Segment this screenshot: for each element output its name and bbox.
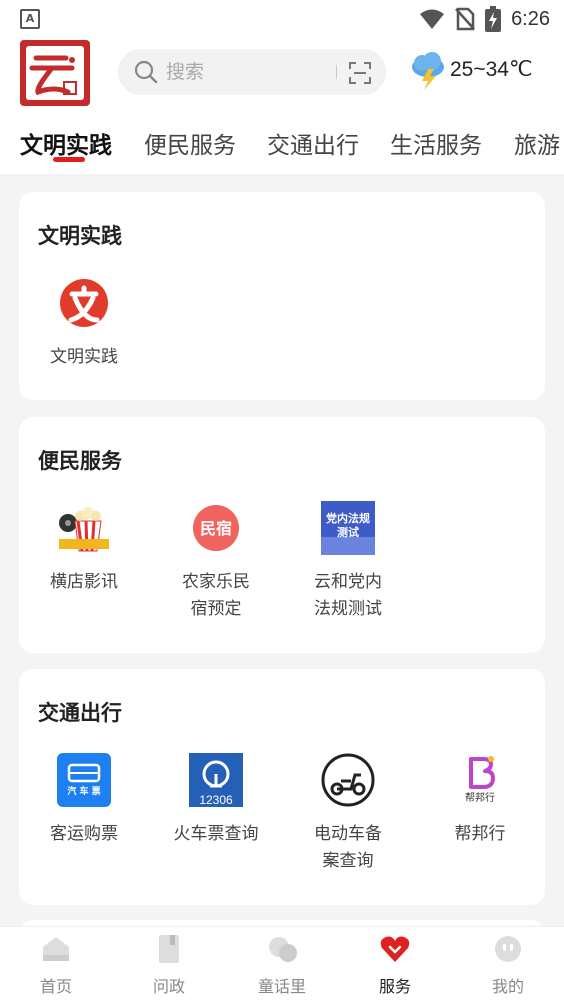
search-divider	[336, 65, 337, 79]
scan-icon[interactable]	[348, 61, 372, 85]
tab-wenming-shijian[interactable]: 文明实践	[20, 126, 112, 160]
active-tab-indicator	[53, 157, 85, 162]
thunderstorm-icon	[412, 52, 444, 90]
home-icon	[43, 937, 69, 961]
wifi-icon	[420, 9, 445, 29]
search-icon	[134, 60, 158, 84]
status-bar: A 6:26	[0, 0, 564, 38]
section-title: 便民服务	[38, 449, 122, 473]
status-icons: 6:26	[419, 6, 550, 32]
nav-wode[interactable]: 我的	[452, 927, 564, 1003]
book-icon	[159, 935, 179, 963]
yunhe-logo-icon[interactable]	[20, 40, 90, 106]
section-title: 交通出行	[38, 701, 122, 725]
svg-text:民宿: 民宿	[200, 519, 232, 538]
section-card-jiaotong: 交通出行 汽 车 票 客运购票 12306 火车票查询 电动车备 案查询 帮邦行…	[19, 669, 545, 905]
svg-text:测试: 测试	[337, 525, 359, 539]
svg-text:帮邦行: 帮邦行	[465, 791, 495, 804]
electric-scooter-icon	[321, 753, 375, 807]
cinema-popcorn-icon	[57, 501, 111, 555]
tab-jiaotong-chuxing[interactable]: 交通出行	[267, 126, 359, 160]
section-title: 文明实践	[38, 224, 122, 248]
service-item-hengdian-yingxun[interactable]: 横店影讯	[29, 501, 139, 596]
service-item-wenming-shijian[interactable]: 文明实践	[29, 276, 139, 371]
nav-home[interactable]: 首页	[0, 927, 112, 1003]
svg-text:党内法规: 党内法规	[326, 511, 370, 525]
service-item-keyun-goupiao[interactable]: 汽 车 票 客运购票	[29, 753, 139, 848]
search-bar[interactable]: 搜索	[118, 49, 386, 95]
bangbangxing-icon: 帮邦行	[453, 753, 507, 807]
party-regulation-test-icon: 党内法规 测试	[321, 501, 375, 555]
civilization-practice-icon	[57, 276, 111, 330]
bus-ticket-icon: 汽 车 票	[57, 753, 111, 807]
service-item-dangnei-fagui[interactable]: 党内法规 测试 云和党内 法规测试	[293, 501, 403, 623]
section-card-bianmin: 便民服务 横店影讯 民宿 农家乐民 宿预定 党内法规 测试 云和党内 法规测试	[19, 417, 545, 653]
nav-fuwu[interactable]: 服务	[339, 927, 451, 1003]
service-item-huochepiao-chaxun[interactable]: 12306 火车票查询	[161, 753, 271, 848]
bottom-navigation: 首页 问政 童话里 服务 我的	[0, 926, 564, 1003]
no-sim-icon	[455, 7, 475, 31]
nav-tonghuali[interactable]: 童话里	[226, 927, 338, 1003]
weather-temperature: 25~34℃	[450, 58, 533, 81]
nav-wenzheng[interactable]: 问政	[113, 927, 225, 1003]
category-tabs: 文明实践 便民服务 交通出行 生活服务 旅游	[0, 106, 564, 174]
heart-service-icon	[380, 936, 410, 962]
battery-charging-icon	[485, 6, 502, 32]
profile-icon	[495, 936, 521, 962]
service-item-nongjiale-minsu[interactable]: 民宿 农家乐民 宿预定	[161, 501, 271, 623]
tab-shenghuo-fuwu[interactable]: 生活服务	[390, 126, 482, 160]
service-item-diandongche-beian[interactable]: 电动车备 案查询	[293, 753, 403, 875]
railway-12306-icon: 12306	[189, 753, 243, 807]
search-input[interactable]: 搜索	[166, 49, 204, 95]
app-header: 搜索 25~34℃	[0, 38, 564, 106]
fairytale-icon	[269, 937, 297, 962]
tab-lvyou[interactable]: 旅游	[514, 126, 560, 160]
svg-text:汽 车 票: 汽 车 票	[67, 785, 100, 797]
svg-text:12306: 12306	[199, 793, 233, 807]
status-time: 6:26	[511, 7, 550, 30]
homestay-icon: 民宿	[189, 501, 243, 555]
service-item-bangbangxing[interactable]: 帮邦行 帮邦行	[425, 753, 535, 848]
section-card-wenming: 文明实践 文明实践	[19, 192, 545, 400]
tab-bianmin-fuwu[interactable]: 便民服务	[144, 126, 236, 160]
notification-a-icon: A	[20, 9, 40, 29]
